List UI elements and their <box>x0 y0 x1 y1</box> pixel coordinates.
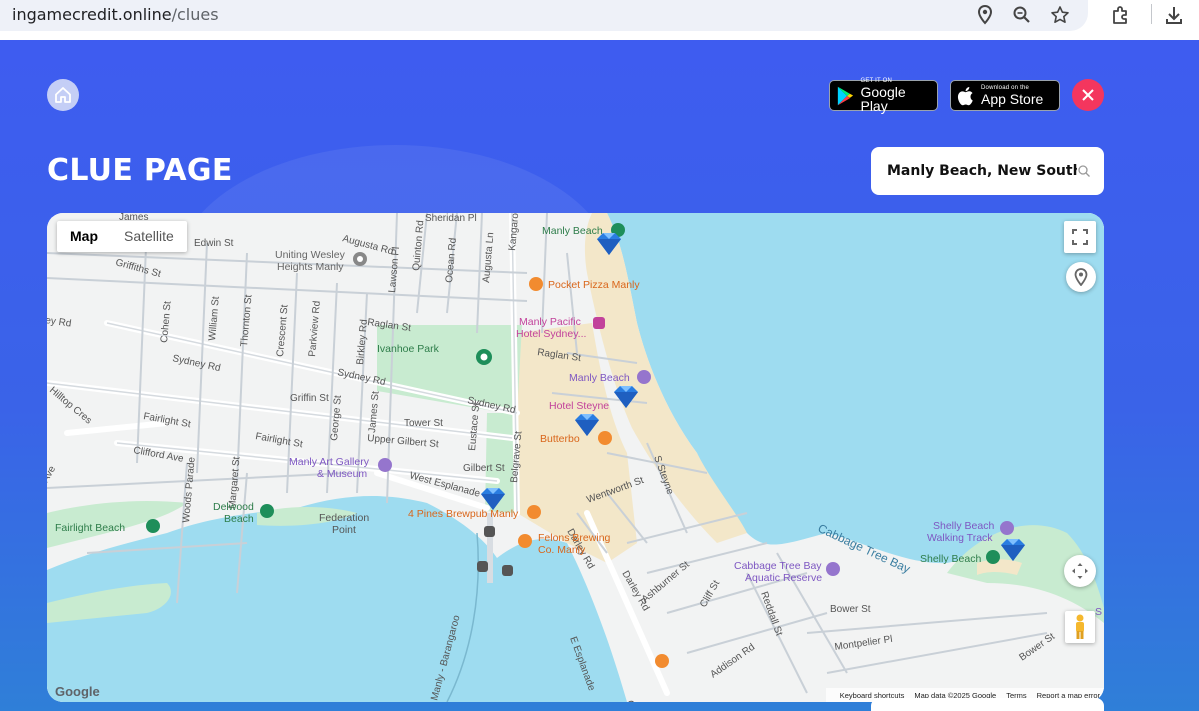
svg-text:Point: Point <box>332 524 356 536</box>
google-play-icon <box>837 86 854 105</box>
extensions-icon[interactable] <box>1109 3 1133 27</box>
svg-text:& Museum: & Museum <box>317 468 367 480</box>
page-title: CLUE PAGE <box>47 153 233 188</box>
svg-text:Griffin St: Griffin St <box>290 393 329 404</box>
svg-text:Heights Manly: Heights Manly <box>277 261 344 273</box>
search-icon[interactable] <box>1077 164 1091 178</box>
svg-text:Gilbert St: Gilbert St <box>463 463 505 474</box>
svg-text:Bower St: Bower St <box>830 604 871 615</box>
close-button[interactable] <box>1072 79 1104 111</box>
browser-toolbar: ingamecredit.online/clues <box>0 0 1199 40</box>
url-text[interactable]: ingamecredit.online/clues <box>12 5 219 24</box>
location-search[interactable] <box>871 147 1104 195</box>
svg-text:Sheridan Pl: Sheridan Pl <box>425 213 477 224</box>
search-input[interactable] <box>887 163 1077 179</box>
svg-text:Manly Pacific: Manly Pacific <box>519 316 581 328</box>
map-tab[interactable]: Map <box>57 221 111 252</box>
fullscreen-icon <box>1072 229 1088 245</box>
badge-big-text: App Store <box>981 91 1044 107</box>
map-type-control: Map Satellite <box>57 221 187 252</box>
svg-text:Pocket Pizza Manly: Pocket Pizza Manly <box>548 279 640 291</box>
zoom-icon[interactable] <box>1010 3 1034 27</box>
toolbar-divider <box>1151 4 1152 24</box>
pegman-icon <box>1076 614 1084 639</box>
svg-text:Shelly Beach: Shelly Beach <box>933 520 994 532</box>
svg-text:Uniting Wesley: Uniting Wesley <box>275 249 346 261</box>
svg-text:4 Pines Brewpub Manly: 4 Pines Brewpub Manly <box>408 508 519 520</box>
svg-text:Manly Art Gallery: Manly Art Gallery <box>289 456 370 468</box>
google-logo[interactable]: Google <box>55 684 100 699</box>
svg-text:S: S <box>1095 606 1102 618</box>
star-icon[interactable] <box>1048 3 1072 27</box>
svg-text:Hotel Sydney...: Hotel Sydney... <box>516 328 586 340</box>
recenter-button[interactable] <box>1064 555 1096 587</box>
location-icon[interactable] <box>973 3 997 27</box>
move-icon <box>1072 563 1088 579</box>
svg-text:Felons Brewing: Felons Brewing <box>538 532 611 544</box>
clue-map[interactable]: James Edwin St Augusta Rd Sheridan Pl Qu… <box>47 213 1104 702</box>
svg-text:Cabbage Tree Bay: Cabbage Tree Bay <box>734 560 822 572</box>
badge-big-text: Google Play <box>860 84 906 114</box>
svg-text:Edwin St: Edwin St <box>194 238 234 249</box>
map-canvas[interactable]: James Edwin St Augusta Rd Sheridan Pl Qu… <box>47 213 1104 702</box>
svg-text:Walking Track: Walking Track <box>927 532 993 544</box>
svg-text:Hotel Steyne: Hotel Steyne <box>549 400 609 412</box>
svg-text:Federation: Federation <box>319 512 369 524</box>
location-pin-icon <box>1074 268 1088 286</box>
google-play-badge[interactable]: GET IT ON Google Play <box>829 78 938 114</box>
clue-page: GET IT ON Google Play Download on the Ap… <box>0 40 1199 711</box>
svg-text:Shelly Beach: Shelly Beach <box>920 553 981 565</box>
home-button[interactable] <box>47 79 79 111</box>
app-store-badge[interactable]: Download on the App Store <box>950 80 1060 111</box>
satellite-tab[interactable]: Satellite <box>111 221 187 252</box>
download-icon[interactable] <box>1162 3 1186 27</box>
home-icon <box>55 87 71 103</box>
fullscreen-button[interactable] <box>1064 221 1096 253</box>
svg-text:Delwood: Delwood <box>213 501 254 513</box>
svg-text:Manly Beach: Manly Beach <box>542 225 603 237</box>
svg-text:Fairlight Beach: Fairlight Beach <box>55 522 125 534</box>
svg-text:Co. Manly: Co. Manly <box>538 544 586 556</box>
close-icon <box>1082 89 1094 101</box>
svg-text:Butterbo: Butterbo <box>540 433 580 445</box>
street-view-button[interactable] <box>1065 611 1095 643</box>
svg-text:Tower St: Tower St <box>404 418 443 429</box>
address-bar[interactable]: ingamecredit.online/clues <box>0 0 1088 31</box>
my-location-button[interactable] <box>1066 262 1096 292</box>
bottom-card[interactable] <box>871 698 1104 711</box>
svg-text:Aquatic Reserve: Aquatic Reserve <box>745 572 822 584</box>
svg-text:Ivanhoe Park: Ivanhoe Park <box>377 343 440 355</box>
svg-text:Beach: Beach <box>224 513 254 525</box>
apple-icon <box>957 86 973 105</box>
svg-text:Manly Beach: Manly Beach <box>569 372 630 384</box>
